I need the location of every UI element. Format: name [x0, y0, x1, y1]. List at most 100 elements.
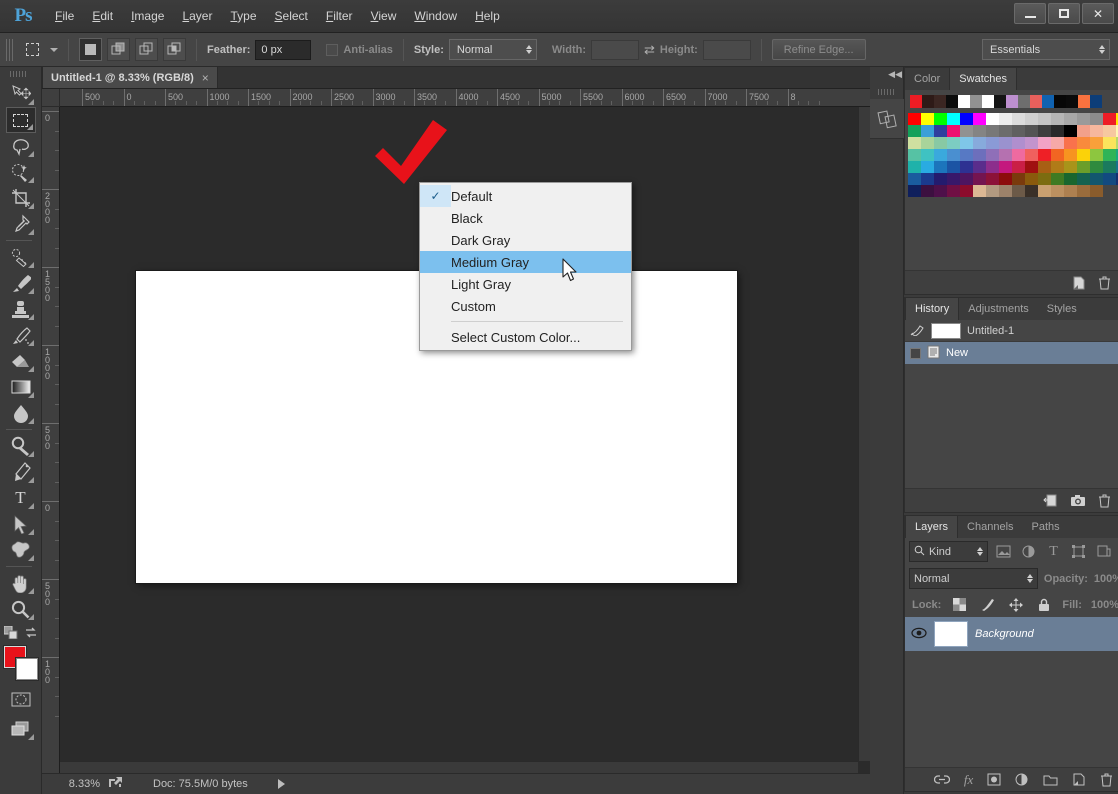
brush-tool[interactable] [6, 270, 36, 296]
opacity-value[interactable]: 100% [1094, 573, 1118, 585]
background-color-swatch[interactable] [14, 657, 39, 681]
color-swatch[interactable] [960, 149, 973, 161]
menu-help[interactable]: Help [466, 5, 509, 27]
document-tab-close-icon[interactable]: × [202, 71, 209, 85]
color-swatch[interactable] [921, 149, 934, 161]
close-button[interactable]: ✕ [1082, 3, 1114, 24]
color-swatch[interactable] [1090, 113, 1103, 125]
color-swatch[interactable] [1025, 173, 1038, 185]
tab-channels[interactable]: Channels [958, 516, 1022, 538]
recent-color-swatch[interactable] [934, 95, 946, 108]
vertical-scrollbar[interactable] [858, 107, 870, 761]
feather-input[interactable]: 0 px [255, 39, 312, 60]
style-select[interactable]: Normal [448, 39, 537, 60]
menu-item-light-gray[interactable]: Light Gray [420, 273, 631, 295]
swap-colors-icon[interactable] [24, 626, 38, 642]
color-swatch[interactable] [921, 185, 934, 197]
eyedropper-tool[interactable] [6, 211, 36, 237]
toolbox-grip[interactable] [10, 71, 28, 77]
color-swatch[interactable] [947, 173, 960, 185]
blend-mode-select[interactable]: Normal [909, 568, 1038, 589]
color-swatch[interactable] [1038, 161, 1051, 173]
color-swatch[interactable] [1038, 173, 1051, 185]
color-swatch[interactable] [947, 125, 960, 137]
color-swatch[interactable] [1051, 113, 1064, 125]
color-swatch[interactable] [1012, 113, 1025, 125]
color-swatch[interactable] [908, 185, 921, 197]
recent-colors-strip[interactable] [908, 93, 1118, 110]
folder-icon[interactable] [1043, 774, 1058, 786]
color-swatch[interactable] [1012, 149, 1025, 161]
history-brush-tool[interactable] [6, 322, 36, 348]
menu-item-dark-gray[interactable]: Dark Gray [420, 229, 631, 251]
menu-item-medium-gray[interactable]: Medium Gray [420, 251, 631, 273]
color-swatch[interactable] [908, 113, 921, 125]
path-selection-tool[interactable] [6, 511, 36, 537]
color-swatch[interactable] [1090, 161, 1103, 173]
color-swatch[interactable] [986, 173, 999, 185]
height-input[interactable] [702, 39, 751, 60]
color-swatch[interactable] [1103, 173, 1116, 185]
menu-view[interactable]: View [362, 5, 406, 27]
color-swatch[interactable] [921, 113, 934, 125]
menu-window[interactable]: Window [405, 5, 466, 27]
lasso-tool[interactable] [6, 133, 36, 159]
tab-styles[interactable]: Styles [1038, 298, 1086, 320]
color-swatch[interactable] [999, 161, 1012, 173]
camera-snapshot-icon[interactable] [1070, 494, 1086, 507]
rectangular-marquee-tool[interactable] [5, 107, 36, 133]
color-swatch[interactable] [1103, 137, 1116, 149]
lock-position-icon[interactable] [1006, 595, 1025, 614]
color-swatch[interactable] [934, 113, 947, 125]
color-swatch[interactable] [960, 137, 973, 149]
color-swatch[interactable] [973, 113, 986, 125]
layer-row-background[interactable]: Background [905, 617, 1118, 651]
trash-icon[interactable] [1098, 494, 1111, 508]
fill-value[interactable]: 100% [1091, 599, 1118, 611]
color-swatch[interactable] [934, 185, 947, 197]
crop-tool[interactable] [6, 185, 36, 211]
spot-healing-brush-tool[interactable] [6, 244, 36, 270]
color-swatch[interactable] [973, 161, 986, 173]
color-swatch[interactable] [986, 161, 999, 173]
color-swatch[interactable] [1025, 125, 1038, 137]
menu-edit[interactable]: Edit [83, 5, 122, 27]
color-swatch[interactable] [1077, 149, 1090, 161]
history-snapshot-row[interactable]: Untitled-1 [905, 320, 1118, 342]
color-swatch[interactable] [908, 125, 921, 137]
color-swatch[interactable] [1012, 185, 1025, 197]
color-swatch[interactable] [1077, 125, 1090, 137]
color-swatch[interactable] [1012, 161, 1025, 173]
color-swatch[interactable] [973, 173, 986, 185]
color-swatch[interactable] [1051, 161, 1064, 173]
recent-color-swatch[interactable] [922, 95, 934, 108]
color-swatch[interactable] [1064, 185, 1077, 197]
color-swatch[interactable] [1103, 149, 1116, 161]
color-swatch[interactable] [1064, 125, 1077, 137]
color-swatch[interactable] [986, 137, 999, 149]
color-swatch[interactable] [908, 173, 921, 185]
layer-visibility-icon[interactable] [911, 627, 927, 642]
tab-color[interactable]: Color [905, 68, 949, 90]
minimize-button[interactable] [1014, 3, 1046, 24]
color-swatch[interactable] [908, 137, 921, 149]
menu-layer[interactable]: Layer [173, 5, 221, 27]
color-swatch[interactable] [999, 137, 1012, 149]
recent-color-swatch[interactable] [1006, 95, 1018, 108]
color-swatch[interactable] [1038, 125, 1051, 137]
swatch-grid[interactable] [908, 113, 1118, 197]
color-swatch[interactable] [1090, 125, 1103, 137]
filter-shape-icon[interactable] [1069, 542, 1088, 561]
color-swatch[interactable] [947, 185, 960, 197]
menu-select[interactable]: Select [266, 5, 317, 27]
color-swatch[interactable] [1090, 173, 1103, 185]
color-swatch[interactable] [999, 173, 1012, 185]
shape-tool[interactable] [6, 537, 36, 563]
new-layer-icon[interactable] [1072, 773, 1086, 786]
color-swatch[interactable] [1038, 113, 1051, 125]
recent-color-swatch[interactable] [1042, 95, 1054, 108]
mask-icon[interactable] [987, 773, 1001, 786]
recent-color-swatch[interactable] [958, 95, 970, 108]
color-swatch[interactable] [960, 185, 973, 197]
share-icon[interactable] [108, 776, 123, 792]
